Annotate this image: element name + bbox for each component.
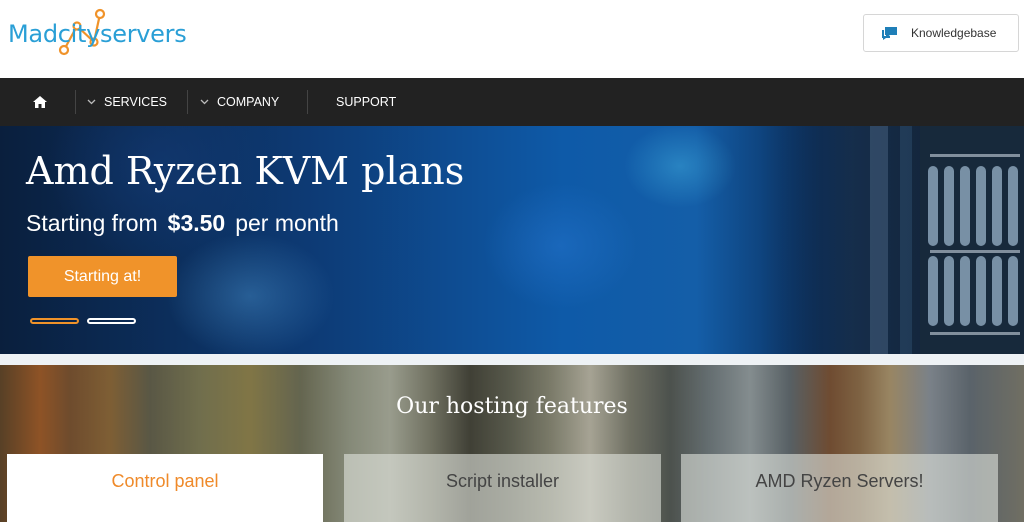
hero-cta-button[interactable]: Starting at! xyxy=(28,256,177,297)
logo-text: Madcityservers xyxy=(8,20,187,48)
nav-divider xyxy=(307,90,308,114)
feature-card-label: AMD Ryzen Servers! xyxy=(755,471,924,491)
nav-item-support[interactable]: SUPPORT xyxy=(336,78,396,126)
feature-card-script-installer[interactable]: Script installer xyxy=(344,454,661,522)
section-divider xyxy=(0,354,1024,365)
feature-card-control-panel[interactable]: Control panel xyxy=(7,454,323,522)
slider-dot-active[interactable] xyxy=(30,318,79,324)
nav-divider xyxy=(75,90,76,114)
chevron-down-icon xyxy=(87,99,96,105)
feature-card-label: Control panel xyxy=(111,471,219,491)
nav-item-label: SUPPORT xyxy=(336,95,397,109)
hero-title: Amd Ryzen KVM plans xyxy=(26,149,465,193)
features-title: Our hosting features xyxy=(396,394,628,419)
features-section: Our hosting features Control panel Scrip… xyxy=(0,365,1024,522)
nav-item-label: SERVICES xyxy=(104,95,167,109)
site-logo[interactable]: Madcityservers xyxy=(6,4,196,60)
feature-card-amd-ryzen-servers[interactable]: AMD Ryzen Servers! xyxy=(681,454,998,522)
hero-subtitle-prefix: Starting from xyxy=(26,210,158,236)
hero-banner: Amd Ryzen KVM plans Starting from $3.50 … xyxy=(0,126,1024,354)
knowledgebase-button[interactable]: Knowledgebase xyxy=(863,14,1019,52)
nav-item-services[interactable]: SERVICES xyxy=(87,78,167,126)
hero-price: $3.50 xyxy=(167,210,226,236)
site-header: Madcityservers Knowledgebase xyxy=(0,0,1024,78)
home-icon xyxy=(33,96,47,108)
nav-item-label: COMPANY xyxy=(217,95,280,109)
server-rack-image xyxy=(760,126,1024,354)
nav-divider xyxy=(187,90,188,114)
knowledgebase-label: Knowledgebase xyxy=(911,26,997,40)
chat-bubbles-icon xyxy=(882,27,897,40)
feature-card-label: Script installer xyxy=(445,471,560,491)
nav-item-company[interactable]: COMPANY xyxy=(200,78,279,126)
slider-dot[interactable] xyxy=(87,318,136,324)
nav-home[interactable] xyxy=(32,78,48,126)
hero-subtitle-suffix: per month xyxy=(235,210,339,236)
hero-subtitle: Starting from $3.50 per month xyxy=(26,210,339,237)
chevron-down-icon xyxy=(200,99,209,105)
main-nav: SERVICES COMPANY SUPPORT xyxy=(0,78,1024,126)
